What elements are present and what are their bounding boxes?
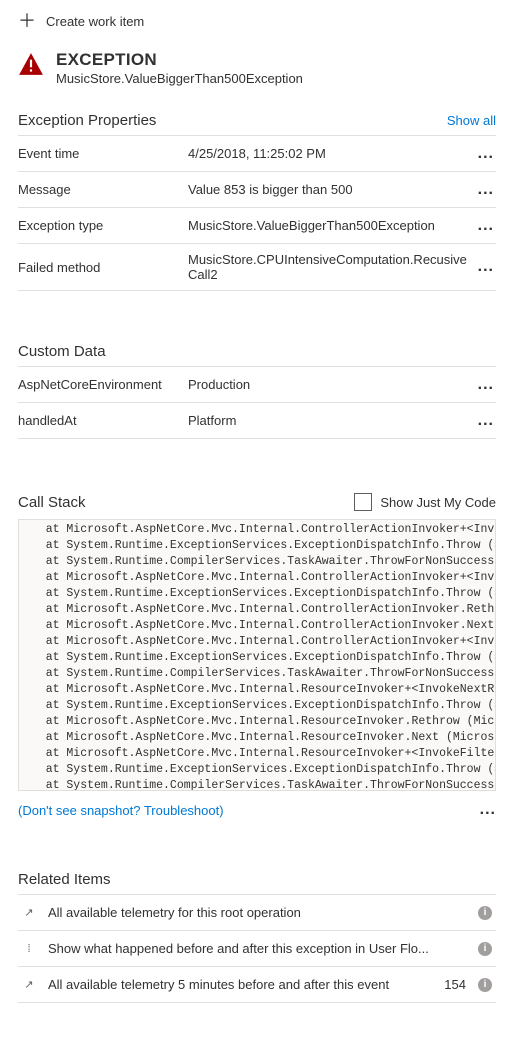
related-items-list: ↗ All available telemetry for this root o… <box>18 894 496 1003</box>
custom-data-title: Custom Data <box>18 343 106 360</box>
property-row: Exception typeMusicStore.ValueBiggerThan… <box>18 208 496 244</box>
troubleshoot-link[interactable]: (Don't see snapshot? Troubleshoot) <box>18 803 224 818</box>
property-key: AspNetCoreEnvironment <box>18 377 188 392</box>
property-key: Failed method <box>18 260 188 275</box>
exception-title: EXCEPTION <box>56 50 303 70</box>
more-icon[interactable]: ... <box>478 181 494 199</box>
related-item-icon: ↗ <box>22 978 36 991</box>
related-item-icon: ↗ <box>22 906 36 919</box>
show-just-my-code-label: Show Just My Code <box>380 495 496 510</box>
custom-data-table: AspNetCoreEnvironmentProduction...handle… <box>18 366 496 439</box>
info-icon: i <box>478 942 492 956</box>
create-work-item-button[interactable]: ＋ Create work item <box>18 0 496 44</box>
property-row: Event time4/25/2018, 11:25:02 PM... <box>18 136 496 172</box>
more-icon[interactable]: ... <box>478 412 494 430</box>
property-row: handledAtPlatform... <box>18 403 496 439</box>
plus-icon: ＋ <box>18 12 36 30</box>
exception-properties-header: Exception Properties Show all <box>18 104 496 135</box>
property-value: MusicStore.CPUIntensiveComputation.Recus… <box>188 252 496 282</box>
related-item-text: All available telemetry for this root op… <box>48 905 466 920</box>
related-item-text: All available telemetry 5 minutes before… <box>48 977 432 992</box>
related-item[interactable]: ↗ All available telemetry 5 minutes befor… <box>18 967 496 1003</box>
show-all-link[interactable]: Show all <box>447 113 496 128</box>
property-key: Message <box>18 182 188 197</box>
more-icon[interactable]: ... <box>478 145 494 163</box>
custom-data-header: Custom Data <box>18 335 496 366</box>
more-icon[interactable]: ... <box>478 217 494 235</box>
create-work-item-label: Create work item <box>46 14 144 29</box>
property-key: Event time <box>18 146 188 161</box>
exception-properties-title: Exception Properties <box>18 112 156 129</box>
show-just-my-code-checkbox[interactable]: Show Just My Code <box>354 493 496 511</box>
related-item[interactable]: ↗ All available telemetry for this root o… <box>18 895 496 931</box>
property-row: AspNetCoreEnvironmentProduction... <box>18 367 496 403</box>
info-icon: i <box>478 978 492 992</box>
property-row: Failed methodMusicStore.CPUIntensiveComp… <box>18 244 496 291</box>
call-stack-pane[interactable]: at Microsoft.AspNetCore.Mvc.Internal.Con… <box>18 519 496 791</box>
exception-subtitle: MusicStore.ValueBiggerThan500Exception <box>56 71 303 86</box>
related-item-text: Show what happened before and after this… <box>48 941 466 956</box>
property-value: 4/25/2018, 11:25:02 PM <box>188 146 496 161</box>
related-items-title: Related Items <box>18 871 111 888</box>
related-item[interactable]: ⁞ Show what happened before and after thi… <box>18 931 496 967</box>
checkbox-icon <box>354 493 372 511</box>
exception-header: EXCEPTION MusicStore.ValueBiggerThan500E… <box>18 44 496 104</box>
info-icon: i <box>478 906 492 920</box>
property-row: MessageValue 853 is bigger than 500... <box>18 172 496 208</box>
more-icon[interactable]: ... <box>478 258 494 276</box>
property-value: Platform <box>188 413 496 428</box>
property-key: handledAt <box>18 413 188 428</box>
exception-properties-table: Event time4/25/2018, 11:25:02 PM...Messa… <box>18 135 496 291</box>
call-stack-header: Call Stack Show Just My Code <box>18 483 496 519</box>
related-items-header: Related Items <box>18 863 496 894</box>
more-icon[interactable]: ... <box>478 376 494 394</box>
call-stack-title: Call Stack <box>18 494 86 511</box>
property-value: MusicStore.ValueBiggerThan500Exception <box>188 218 496 233</box>
more-icon[interactable]: ... <box>480 801 496 819</box>
warning-triangle-icon <box>18 52 44 76</box>
property-value: Value 853 is bigger than 500 <box>188 182 496 197</box>
related-item-count: 154 <box>444 977 466 992</box>
related-item-icon: ⁞ <box>22 943 36 955</box>
property-value: Production <box>188 377 496 392</box>
property-key: Exception type <box>18 218 188 233</box>
